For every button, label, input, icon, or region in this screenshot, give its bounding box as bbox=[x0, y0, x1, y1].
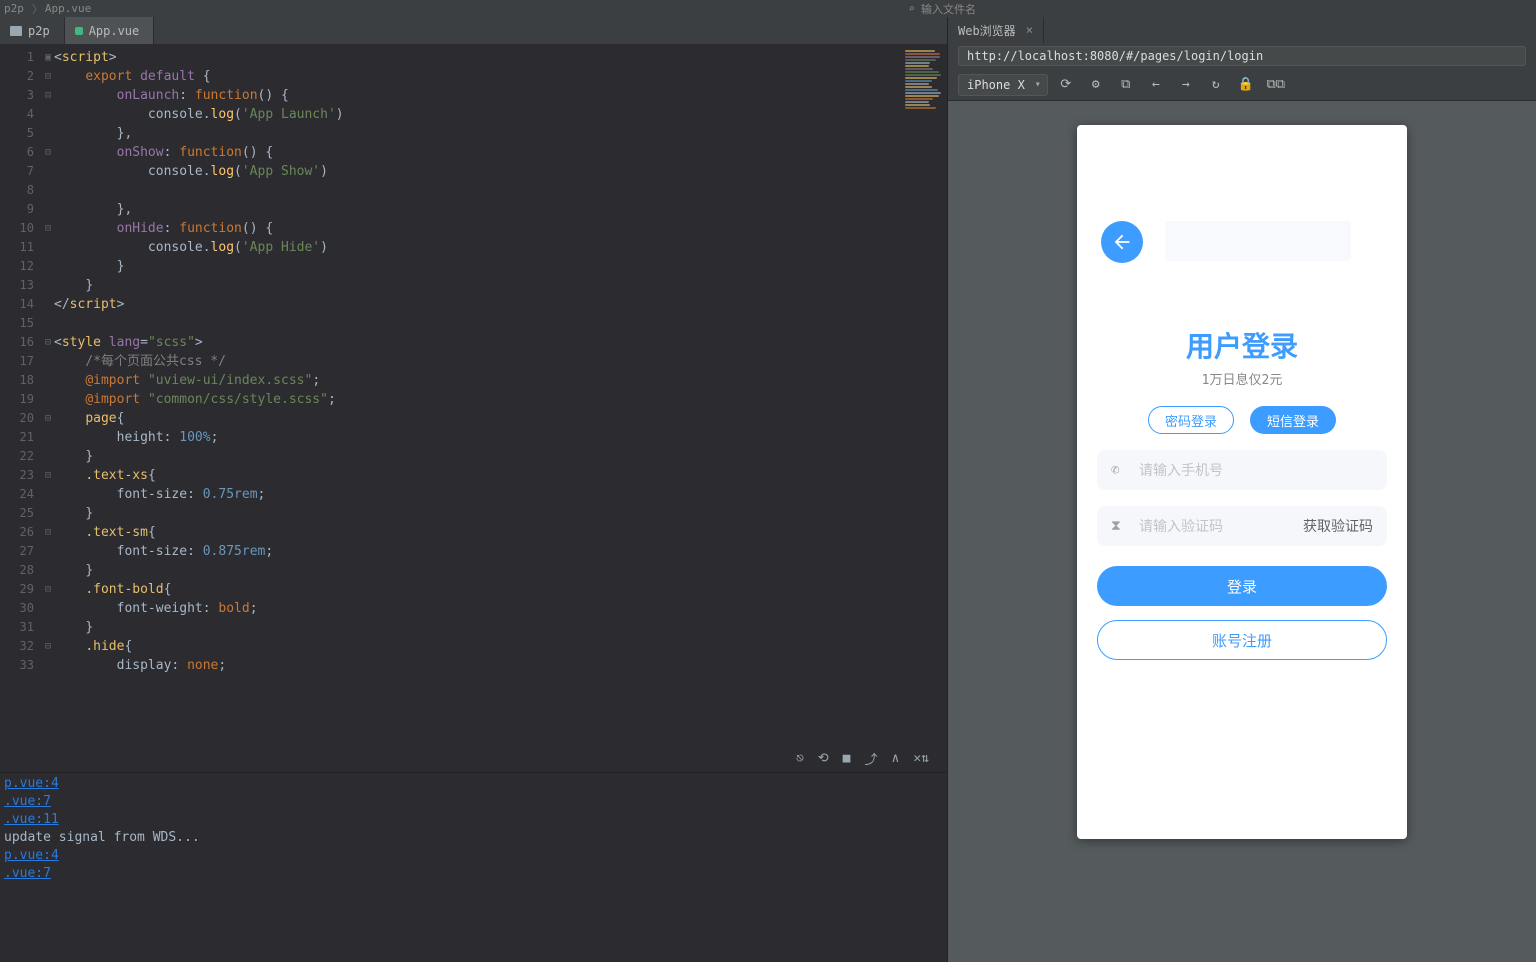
file-search-placeholder[interactable]: ⌕ 输入文件名 bbox=[908, 1, 1536, 17]
phone-field[interactable]: ✆ 请输入手机号 bbox=[1097, 450, 1387, 490]
console-output[interactable]: p.vue:4.vue:7.vue:11 update signal from … bbox=[0, 772, 947, 962]
console-tool-icon[interactable]: ⤴ bbox=[865, 749, 878, 768]
breadcrumb-root[interactable]: p2p bbox=[4, 2, 24, 15]
browser-tabs: Web浏览器 × bbox=[948, 17, 1536, 43]
folder-icon bbox=[10, 26, 22, 36]
login-button[interactable]: 登录 bbox=[1097, 566, 1387, 606]
console-tool-icon[interactable]: ⎋ bbox=[796, 751, 804, 766]
browser-tab[interactable]: Web浏览器 × bbox=[948, 17, 1044, 43]
minimap[interactable] bbox=[905, 50, 941, 180]
console-line[interactable]: .vue:7 bbox=[4, 865, 943, 883]
devtool-icon[interactable]: → bbox=[1178, 77, 1194, 93]
address-row bbox=[948, 43, 1536, 69]
console-toolbar: ⎋ ⟲ ■ ⤴ ∧ ✕⇅ bbox=[0, 744, 947, 772]
address-input[interactable] bbox=[958, 46, 1526, 66]
editor-tabs: p2p App.vue bbox=[0, 17, 947, 44]
arrow-left-icon bbox=[1111, 231, 1133, 253]
editor-body[interactable]: 1234567891011121314151617181920212223242… bbox=[0, 44, 947, 744]
vue-file-icon bbox=[75, 27, 83, 35]
breadcrumb-file[interactable]: App.vue bbox=[45, 2, 91, 15]
fold-column[interactable]: ▣⊟⊟⊟⊟⊟⊟⊟⊟⊟⊟ bbox=[42, 44, 54, 744]
tab-password-login[interactable]: 密码登录 bbox=[1148, 406, 1234, 434]
console-line: update signal from WDS... bbox=[4, 829, 943, 847]
page-title: 用户登录 bbox=[1097, 325, 1387, 365]
tab-appvue[interactable]: App.vue bbox=[65, 17, 155, 44]
breadcrumb-bar: p2p 〉 App.vue ⌕ 输入文件名 bbox=[0, 0, 1536, 17]
search-icon: ⌕ bbox=[908, 2, 915, 15]
close-icon[interactable]: × bbox=[1026, 23, 1033, 37]
devtool-icon[interactable]: ⧉ bbox=[1118, 77, 1134, 93]
code-placeholder: 请输入验证码 bbox=[1139, 516, 1303, 536]
register-button[interactable]: 账号注册 bbox=[1097, 620, 1387, 660]
console-line[interactable]: .vue:7 bbox=[4, 793, 943, 811]
code-area[interactable]: <script> export default { onLaunch: func… bbox=[54, 44, 947, 744]
devtool-icon[interactable]: ⧉⧉ bbox=[1268, 77, 1284, 93]
device-select[interactable]: iPhone X bbox=[958, 74, 1048, 96]
console-tool-icon[interactable]: ∧ bbox=[892, 751, 900, 766]
console-line[interactable]: p.vue:4 bbox=[4, 775, 943, 793]
devtool-icon[interactable]: ⟳ bbox=[1058, 77, 1074, 93]
devtool-icon[interactable]: ↻ bbox=[1208, 77, 1224, 93]
header-shadow bbox=[1165, 221, 1351, 261]
phone-frame: 用户登录 1万日息仅2元 密码登录 短信登录 ✆ 请输入手机号 ⧗ 请输入验证码… bbox=[1077, 125, 1407, 839]
preview-canvas[interactable]: 用户登录 1万日息仅2元 密码登录 短信登录 ✆ 请输入手机号 ⧗ 请输入验证码… bbox=[948, 101, 1536, 962]
console-line[interactable]: p.vue:4 bbox=[4, 847, 943, 865]
device-toolbar: iPhone X ⟳ ⚙ ⧉ ← → ↻ 🔒 ⧉⧉ bbox=[948, 69, 1536, 101]
console-line[interactable]: .vue:11 bbox=[4, 811, 943, 829]
phone-placeholder: 请输入手机号 bbox=[1139, 460, 1373, 480]
console-tool-icon[interactable]: ✕⇅ bbox=[913, 751, 929, 766]
tab-folder-p2p[interactable]: p2p bbox=[0, 17, 65, 44]
line-number-gutter: 1234567891011121314151617181920212223242… bbox=[0, 44, 42, 744]
editor-pane: p2p App.vue 1234567891011121314151617181… bbox=[0, 17, 948, 962]
back-button[interactable] bbox=[1101, 221, 1143, 263]
console-tool-icon[interactable]: ⟲ bbox=[818, 751, 829, 766]
code-field[interactable]: ⧗ 请输入验证码 获取验证码 bbox=[1097, 506, 1387, 546]
workspace: p2p App.vue 1234567891011121314151617181… bbox=[0, 17, 1536, 962]
phone-icon: ✆ bbox=[1111, 462, 1129, 478]
web-browser-pane: Web浏览器 × iPhone X ⟳ ⚙ ⧉ ← → ↻ 🔒 ⧉⧉ 用户登录 1万日息仅2元… bbox=[948, 17, 1536, 962]
console-tool-icon[interactable]: ■ bbox=[843, 751, 851, 766]
devtool-icon[interactable]: 🔒 bbox=[1238, 77, 1254, 93]
hourglass-icon: ⧗ bbox=[1111, 518, 1129, 534]
page-subtitle: 1万日息仅2元 bbox=[1097, 369, 1387, 388]
devtool-icon[interactable]: ⚙ bbox=[1088, 77, 1104, 93]
devtool-icon[interactable]: ← bbox=[1148, 77, 1164, 93]
chevron-right-icon: 〉 bbox=[32, 1, 43, 17]
tab-sms-login[interactable]: 短信登录 bbox=[1250, 406, 1336, 434]
login-mode-segment: 密码登录 短信登录 bbox=[1097, 406, 1387, 434]
get-code-button[interactable]: 获取验证码 bbox=[1303, 516, 1373, 536]
